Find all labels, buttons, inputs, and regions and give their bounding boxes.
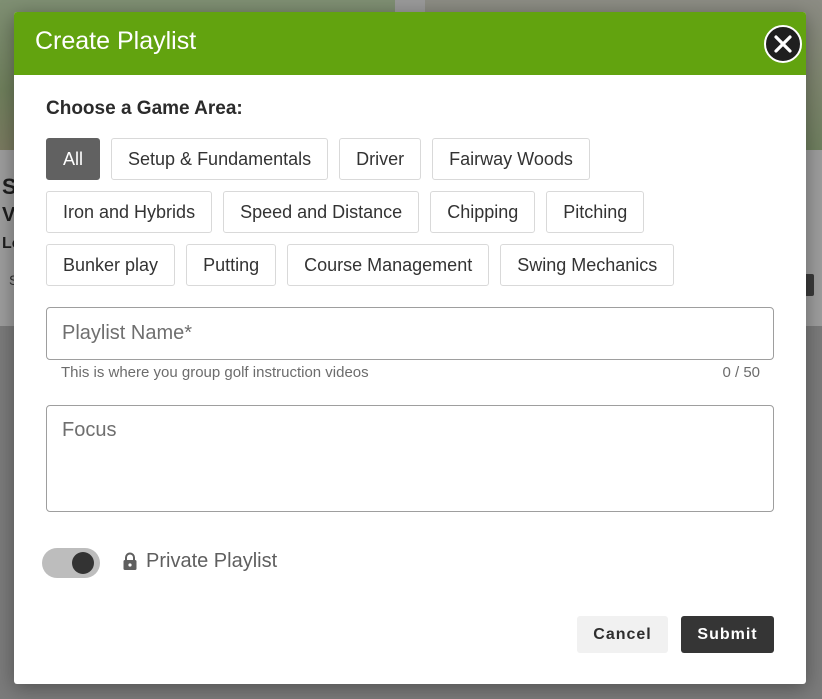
focus-field — [46, 405, 774, 512]
focus-textarea[interactable] — [47, 406, 773, 511]
dialog-header: Create Playlist — [14, 12, 806, 75]
playlist-name-counter: 0 / 50 — [722, 364, 760, 381]
submit-button[interactable]: Submit — [681, 616, 774, 653]
chip-driver[interactable]: Driver — [339, 138, 422, 180]
chip-pitching[interactable]: Pitching — [546, 191, 645, 233]
chip-fairway-woods[interactable]: Fairway Woods — [432, 138, 590, 180]
playlist-name-input[interactable] — [47, 308, 773, 359]
playlist-name-field — [46, 307, 774, 360]
private-playlist-toggle[interactable] — [42, 548, 100, 578]
playlist-name-hint: This is where you group golf instruction… — [61, 364, 369, 381]
game-area-chips: All Setup & Fundamentals Driver Fairway … — [46, 138, 776, 297]
chip-row: All Setup & Fundamentals Driver Fairway … — [46, 138, 776, 180]
game-area-label: Choose a Game Area: — [46, 98, 243, 119]
chip-iron-hybrids[interactable]: Iron and Hybrids — [46, 191, 213, 233]
private-playlist-label: Private Playlist — [146, 550, 278, 572]
chip-row: Iron and Hybrids Speed and Distance Chip… — [46, 191, 776, 233]
chip-chipping[interactable]: Chipping — [430, 191, 536, 233]
chip-bunker-play[interactable]: Bunker play — [46, 244, 176, 286]
chip-course-management[interactable]: Course Management — [287, 244, 490, 286]
cancel-button[interactable]: Cancel — [577, 616, 668, 653]
chip-setup-fundamentals[interactable]: Setup & Fundamentals — [111, 138, 329, 180]
close-button[interactable] — [764, 25, 802, 63]
chip-putting[interactable]: Putting — [186, 244, 277, 286]
chip-all[interactable]: All — [46, 138, 101, 180]
chip-swing-mechanics[interactable]: Swing Mechanics — [500, 244, 675, 286]
chip-speed-distance[interactable]: Speed and Distance — [223, 191, 420, 233]
toggle-knob — [72, 552, 94, 574]
dialog-title: Create Playlist — [35, 27, 197, 55]
create-playlist-dialog: Create Playlist Choose a Game Area: All … — [14, 12, 806, 684]
lock-icon — [123, 552, 137, 570]
close-icon — [774, 35, 792, 53]
chip-row: Bunker play Putting Course Management Sw… — [46, 244, 776, 286]
